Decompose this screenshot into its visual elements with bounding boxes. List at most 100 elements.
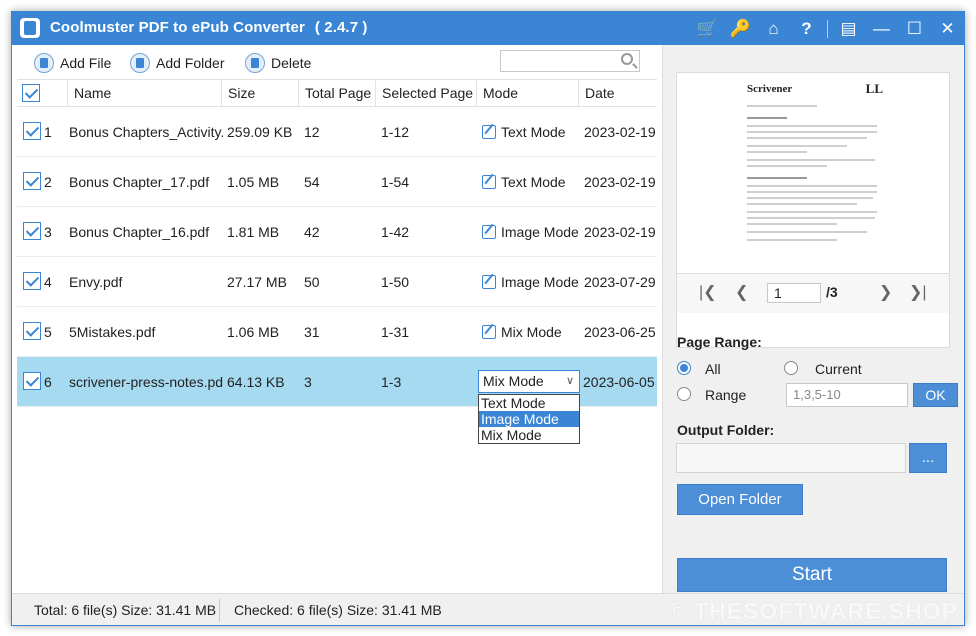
selected-page[interactable]: 1-42: [381, 207, 409, 257]
status-checked: Checked: 6 file(s) Size: 31.41 MB: [234, 602, 442, 618]
first-page-icon[interactable]: |❮: [699, 282, 717, 302]
add-folder-icon: [130, 53, 150, 73]
text-line: [747, 217, 875, 219]
table-row[interactable]: 4 Envy.pdf 27.17 MB 50 1-50 Image Mode 2…: [17, 257, 657, 307]
mode-cell[interactable]: Image Mode: [482, 257, 579, 307]
mode-select-value: Mix Mode: [483, 373, 544, 389]
mode-cell[interactable]: Mix Mode: [482, 307, 562, 357]
radio-range-label[interactable]: Range: [705, 387, 746, 403]
row-checkbox[interactable]: [23, 222, 41, 240]
help-icon[interactable]: ?: [790, 12, 823, 45]
text-line: [747, 159, 875, 161]
mode-label: Mix Mode: [501, 324, 562, 340]
table-row[interactable]: 5 5Mistakes.pdf 1.06 MB 31 1-31 Mix Mode…: [17, 307, 657, 357]
output-folder-input[interactable]: [676, 443, 906, 473]
total-page: 12: [304, 124, 320, 140]
text-line: [747, 185, 877, 187]
mode-cell[interactable]: Text Mode: [482, 107, 566, 157]
range-ok-button[interactable]: OK: [913, 383, 958, 407]
key-icon[interactable]: 🔑: [724, 12, 757, 45]
col-selected-page[interactable]: Selected Page: [376, 80, 477, 107]
add-file-icon: [34, 53, 54, 73]
file-name: scrivener-press-notes.pdf: [69, 374, 223, 390]
mode-option-text[interactable]: Text Mode: [479, 395, 579, 411]
right-panel: Scrivener LL |❮ ❮ 1 /3 ❯ ❯| Page Range: …: [662, 45, 964, 593]
radio-range[interactable]: [677, 387, 691, 401]
add-folder-button[interactable]: Add Folder: [130, 52, 224, 74]
start-button[interactable]: Start: [677, 558, 947, 592]
file-date: 2023-02-19: [584, 224, 656, 240]
text-line: [747, 145, 847, 147]
close-icon[interactable]: ✕: [931, 12, 964, 45]
prev-page-icon[interactable]: ❮: [735, 282, 748, 302]
row-checkbox[interactable]: [23, 272, 41, 290]
col-date[interactable]: Date: [579, 80, 657, 107]
total-page: 31: [304, 324, 320, 340]
selected-page[interactable]: 1-12: [381, 107, 409, 157]
file-date: 2023-06-05: [583, 374, 655, 390]
page-number-input[interactable]: 1: [767, 283, 821, 303]
file-size: 27.17 MB: [227, 274, 287, 290]
mode-option-mix[interactable]: Mix Mode: [479, 427, 579, 443]
selected-page[interactable]: 1-54: [381, 157, 409, 207]
search-input[interactable]: [500, 50, 640, 72]
maximize-icon[interactable]: ☐: [898, 12, 931, 45]
mode-cell[interactable]: Image Mode: [482, 207, 579, 257]
table-row[interactable]: 3 Bonus Chapter_16.pdf 1.81 MB 42 1-42 I…: [17, 207, 657, 257]
mode-select[interactable]: Mix Mode ∨: [478, 370, 580, 393]
range-input[interactable]: 1,3,5-10: [786, 383, 908, 407]
home-icon[interactable]: ⌂: [757, 12, 790, 45]
radio-all-label[interactable]: All: [705, 361, 721, 377]
feedback-icon[interactable]: ▤: [832, 12, 865, 45]
total-page: 54: [304, 174, 320, 190]
col-size[interactable]: Size: [222, 80, 299, 107]
radio-current-label[interactable]: Current: [815, 361, 862, 377]
file-size: 1.05 MB: [227, 174, 280, 190]
mode-label: Image Mode: [501, 274, 579, 290]
total-page: 3: [304, 374, 312, 390]
open-folder-button[interactable]: Open Folder: [677, 484, 803, 515]
selected-page[interactable]: 1-3: [381, 357, 401, 407]
text-line: [747, 125, 877, 127]
mode-label: Text Mode: [501, 124, 566, 140]
app-logo-icon: [20, 18, 40, 38]
add-file-label: Add File: [60, 55, 112, 71]
row-checkbox[interactable]: [23, 172, 41, 190]
select-all-checkbox[interactable]: [22, 84, 40, 102]
add-file-button[interactable]: Add File: [34, 52, 111, 74]
minimize-icon[interactable]: —: [865, 12, 898, 45]
radio-all[interactable]: [677, 361, 691, 375]
table-row[interactable]: 2 Bonus Chapter_17.pdf 1.05 MB 54 1-54 T…: [17, 157, 657, 207]
search-icon[interactable]: [621, 53, 633, 65]
next-page-icon[interactable]: ❯: [879, 282, 892, 302]
chevron-down-icon[interactable]: ∨: [566, 371, 574, 392]
row-index: 4: [44, 274, 52, 290]
col-name[interactable]: Name: [68, 80, 222, 107]
cart-icon[interactable]: 🛒: [691, 12, 724, 45]
row-checkbox[interactable]: [23, 322, 41, 340]
selected-page[interactable]: 1-50: [381, 257, 409, 307]
text-line: [747, 151, 807, 153]
text-line: [747, 105, 817, 107]
file-name: 5Mistakes.pdf: [69, 324, 156, 340]
file-name: Bonus Chapter_17.pdf: [69, 174, 210, 190]
col-total-page[interactable]: Total Page: [299, 80, 376, 107]
last-page-icon[interactable]: ❯|: [909, 282, 927, 302]
col-mode[interactable]: Mode: [477, 80, 579, 107]
row-checkbox[interactable]: [23, 372, 41, 390]
text-line: [747, 131, 877, 133]
file-date: 2023-02-19: [584, 124, 656, 140]
browse-button[interactable]: ...: [909, 443, 947, 473]
text-line: [747, 191, 877, 193]
file-date: 2023-02-19: [584, 174, 656, 190]
table-row[interactable]: 1 Bonus Chapters_Activity... 259.09 KB 1…: [17, 107, 657, 157]
selected-page[interactable]: 1-31: [381, 307, 409, 357]
file-table: Name Size Total Page Selected Page Mode …: [17, 79, 657, 407]
file-name: Bonus Chapters_Activity...: [69, 124, 223, 140]
mode-cell[interactable]: Text Mode: [482, 157, 566, 207]
row-checkbox[interactable]: [23, 122, 41, 140]
mode-option-image[interactable]: Image Mode: [479, 411, 579, 427]
radio-current[interactable]: [784, 361, 798, 375]
title-divider: [827, 19, 828, 38]
delete-button[interactable]: Delete: [245, 52, 311, 74]
